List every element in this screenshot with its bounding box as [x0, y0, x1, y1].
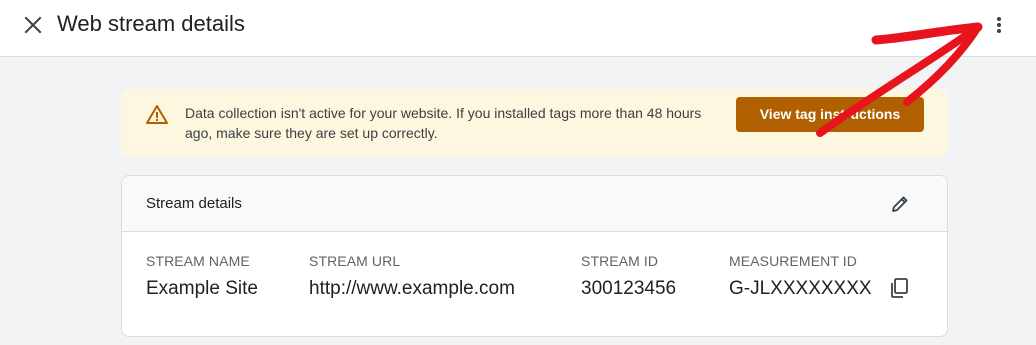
more-vert-icon[interactable] [986, 12, 1012, 38]
stream-name-label: STREAM NAME [146, 253, 250, 269]
view-tag-instructions-button[interactable]: View tag instructions [736, 97, 924, 132]
measurement-id-value: G-JLXXXXXXXX [729, 278, 872, 299]
pencil-icon[interactable] [886, 190, 914, 218]
page-title: Web stream details [57, 11, 245, 36]
measurement-id-label: MEASUREMENT ID [729, 253, 857, 269]
copy-icon[interactable] [884, 273, 914, 303]
close-icon[interactable] [20, 12, 46, 38]
top-app-bar: Web stream details [0, 0, 1036, 57]
warning-icon [145, 103, 169, 127]
stream-details-card: Stream details STREAM NAME Example Site … [121, 175, 948, 337]
banner-message: Data collection isn't active for your we… [185, 105, 702, 141]
card-header: Stream details [122, 176, 947, 232]
stream-name-value: Example Site [146, 278, 258, 299]
stream-url-label: STREAM URL [309, 253, 401, 269]
stream-id-value: 300123456 [581, 278, 677, 299]
data-collection-warning-banner: Data collection isn't active for your we… [121, 89, 948, 157]
stream-id-label: STREAM ID [581, 253, 659, 269]
stream-url-value: http://www.example.com [309, 278, 515, 299]
card-title: Stream details [146, 195, 242, 212]
